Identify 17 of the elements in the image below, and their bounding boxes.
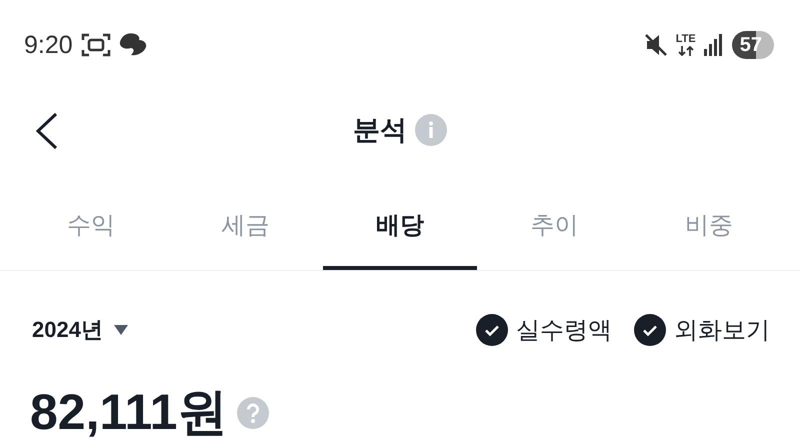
- option-checkbox[interactable]: 외화보기: [634, 314, 770, 346]
- back-icon[interactable]: [34, 112, 60, 150]
- mute-icon: [644, 33, 668, 57]
- page-title: 분석: [353, 114, 407, 147]
- status-time: 9:20: [24, 30, 73, 60]
- signal-icon: [704, 34, 724, 56]
- help-icon[interactable]: [237, 396, 270, 428]
- year-dropdown[interactable]: 2024년: [32, 315, 129, 345]
- option-checkbox[interactable]: 실수령액: [476, 314, 612, 346]
- caret-icon: [112, 324, 129, 336]
- tab[interactable]: 배당: [322, 184, 478, 270]
- cloud-icon: [118, 32, 149, 58]
- data-arrows-icon: [678, 46, 694, 56]
- screenshot-icon: [80, 32, 111, 58]
- network-label: LTE: [676, 34, 696, 45]
- total-amount: 82,111원: [30, 383, 228, 440]
- info-icon[interactable]: [415, 114, 447, 146]
